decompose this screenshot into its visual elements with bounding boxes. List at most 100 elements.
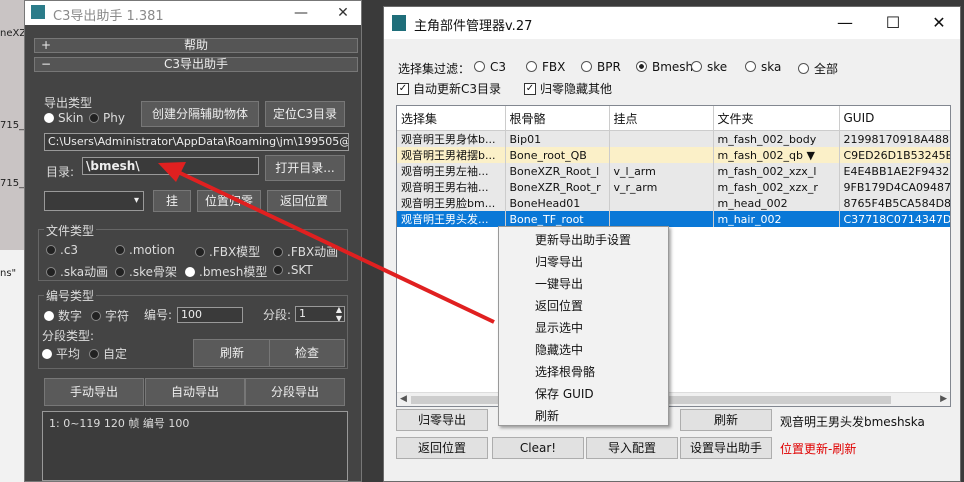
set-export-helper-button[interactable]: 设置导出助手 <box>680 437 772 459</box>
context-menu: 更新导出助手设置 归零导出 一键导出 返回位置 显示选中 隐藏选中 选择根骨骼 … <box>498 226 669 426</box>
viewport-background-left: neXZ 715_ 715_ <box>0 0 27 250</box>
reset-position-button[interactable]: 位置归零 <box>197 190 261 212</box>
right-window-titlebar[interactable]: 主角部件管理器v.27 — ☐ ✕ <box>384 7 960 39</box>
right-window-title: 主角部件管理器v.27 <box>414 19 533 34</box>
menu-item-save-guid[interactable]: 保存 GUID <box>535 385 594 402</box>
radio-number[interactable]: 数字 <box>44 307 82 324</box>
filter-radio-fbx[interactable]: FBX <box>526 60 565 74</box>
viewport-background-left-lower: ns" <box>0 250 24 482</box>
import-config-button[interactable]: 导入配置 <box>586 437 678 459</box>
radio-motion[interactable]: .motion <box>115 243 175 257</box>
filter-radio-bpr[interactable]: BPR <box>581 60 621 74</box>
table-row-selected[interactable]: 观音明王男头发... Bone_TF_root m_hair_002 C37718C0… <box>397 211 950 227</box>
viewport-text-fragment: neXZ <box>0 28 27 39</box>
table-row[interactable]: 观音明王男脸bm... BoneHead01 m_head_002 8765F4B5C… <box>397 195 950 211</box>
reset-export-button[interactable]: 归零导出 <box>396 409 488 431</box>
close-button[interactable]: ✕ <box>916 7 962 39</box>
rollout-expand-icon: + <box>41 38 52 52</box>
segment-export-button[interactable]: 分段导出 <box>245 378 345 406</box>
reset-hide-others-checkbox[interactable]: ✓ 归零隐藏其他 <box>524 80 612 97</box>
radio-dot-icon <box>195 246 205 257</box>
app-icon <box>31 5 45 19</box>
column-header-hang-point[interactable]: 挂点 <box>609 106 714 131</box>
radio-char[interactable]: 字符 <box>91 307 129 324</box>
create-helper-button[interactable]: 创建分隔辅助物体 <box>141 101 259 127</box>
refresh-button[interactable]: 刷新 <box>193 339 271 367</box>
rollout-main[interactable]: − C3导出助手 <box>34 57 358 72</box>
refresh-button[interactable]: 刷新 <box>680 409 772 431</box>
filter-radio-ska[interactable]: ska <box>745 60 781 74</box>
radio-dot-icon <box>526 61 537 72</box>
radio-skin[interactable]: Skin <box>44 111 84 125</box>
table-row[interactable]: 观音明王男右袖... BoneXZR_Root_r v_r_arm m_fash_00… <box>397 179 950 195</box>
radio-dot-icon <box>691 61 702 72</box>
number-field[interactable]: 100 <box>177 307 243 323</box>
radio-phy[interactable]: Phy <box>89 111 125 125</box>
path-field[interactable]: C:\Users\Administrator\AppData\Roaming\j… <box>44 133 349 151</box>
minimize-button[interactable]: — <box>822 7 868 39</box>
table-row[interactable]: 观音明王男裙摆b... Bone_root_QB m_fash_002_qb ▼ C9… <box>397 147 950 163</box>
radio-dot-icon <box>46 266 56 277</box>
radio-c3[interactable]: .c3 <box>46 243 78 257</box>
close-button[interactable]: ✕ <box>323 1 363 25</box>
auto-update-c3-checkbox[interactable]: ✓ 自动更新C3目录 <box>397 80 501 97</box>
radio-skt[interactable]: .SKT <box>273 263 313 277</box>
part-list-view[interactable]: 选择集 根骨骼 挂点 文件夹 GUID 观音明王男身体b... Bip01 m_fa… <box>396 105 951 407</box>
chevron-down-icon: ▾ <box>133 195 139 206</box>
radio-average[interactable]: 平均 <box>42 345 80 362</box>
return-position-button[interactable]: 返回位置 <box>396 437 488 459</box>
radio-custom[interactable]: 自定 <box>89 345 127 362</box>
table-row[interactable]: 观音明王男身体b... Bip01 m_fash_002_body 219981709… <box>397 130 950 147</box>
radio-dot-icon <box>46 244 56 255</box>
open-dir-button[interactable]: 打开目录... <box>265 155 345 181</box>
menu-item-reset-export[interactable]: 归零导出 <box>535 253 583 270</box>
radio-dot-icon <box>115 244 125 255</box>
scroll-right-icon[interactable]: ▶ <box>940 394 947 404</box>
menu-item-show-selected[interactable]: 显示选中 <box>535 319 583 336</box>
rollout-help[interactable]: + 帮助 <box>34 38 358 53</box>
check-button[interactable]: 检查 <box>269 339 345 367</box>
radio-bmesh-model[interactable]: .bmesh模型 <box>185 263 267 280</box>
radio-dot-icon <box>89 112 99 123</box>
radio-dot-icon <box>44 112 54 123</box>
minimize-button[interactable]: — <box>281 1 321 25</box>
locate-c3-button[interactable]: 定位C3目录 <box>265 101 345 127</box>
menu-item-select-root-bone[interactable]: 选择根骨骼 <box>535 363 595 380</box>
dir-field[interactable]: \bmesh\ <box>82 157 259 175</box>
horizontal-scrollbar[interactable]: ◀ ▶ <box>397 392 950 406</box>
filter-radio-all[interactable]: 全部 <box>798 60 838 77</box>
hang-button[interactable]: 挂 <box>153 190 191 212</box>
rollout-collapse-icon: − <box>41 57 52 71</box>
radio-ska-anim[interactable]: .ska动画 <box>46 263 108 280</box>
log-listbox[interactable]: 1: 0~119 120 帧 编号 100 <box>42 411 348 481</box>
menu-item-refresh[interactable]: 刷新 <box>535 407 559 424</box>
spinner-arrows-icon[interactable]: ▲ ▼ <box>336 307 342 321</box>
segment-spinner[interactable]: 1 ▲ ▼ <box>295 306 345 322</box>
table-row[interactable]: 观音明王男左袖... BoneXZR_Root_l v_l_arm m_fash_00… <box>397 163 950 179</box>
column-header-guid[interactable]: GUID <box>839 106 950 131</box>
auto-export-button[interactable]: 自动导出 <box>145 378 245 406</box>
menu-item-hide-selected[interactable]: 隐藏选中 <box>535 341 583 358</box>
hang-point-dropdown[interactable]: ▾ <box>44 191 144 211</box>
column-header-root-bone[interactable]: 根骨骼 <box>505 106 610 131</box>
radio-ske-skeleton[interactable]: .ske骨架 <box>115 263 177 280</box>
radio-dot-icon <box>474 61 485 72</box>
left-window-title: C3导出助手 1.381 <box>53 9 164 24</box>
menu-item-return-position[interactable]: 返回位置 <box>535 297 583 314</box>
maximize-button[interactable]: ☐ <box>870 7 916 39</box>
filter-radio-ske[interactable]: ske <box>691 60 727 74</box>
menu-item-update-helper-settings[interactable]: 更新导出助手设置 <box>535 231 631 248</box>
filter-radio-bmesh[interactable]: Bmesh <box>636 60 693 74</box>
filter-radio-c3[interactable]: C3 <box>474 60 506 74</box>
viewport-text-fragment: 715_ <box>0 120 25 131</box>
scroll-left-icon[interactable]: ◀ <box>400 394 407 404</box>
clear-button[interactable]: Clear! <box>492 437 584 459</box>
column-header-folder[interactable]: 文件夹 <box>713 106 840 131</box>
column-header-selection-set[interactable]: 选择集 <box>397 106 506 131</box>
radio-fbx-anim[interactable]: .FBX动画 <box>273 243 338 260</box>
manual-export-button[interactable]: 手动导出 <box>44 378 144 406</box>
menu-item-one-click-export[interactable]: 一键导出 <box>535 275 583 292</box>
left-window-titlebar[interactable]: C3导出助手 1.381 — ✕ <box>25 1 361 25</box>
return-position-button[interactable]: 返回位置 <box>267 190 341 212</box>
radio-fbx-model[interactable]: .FBX模型 <box>195 243 260 260</box>
